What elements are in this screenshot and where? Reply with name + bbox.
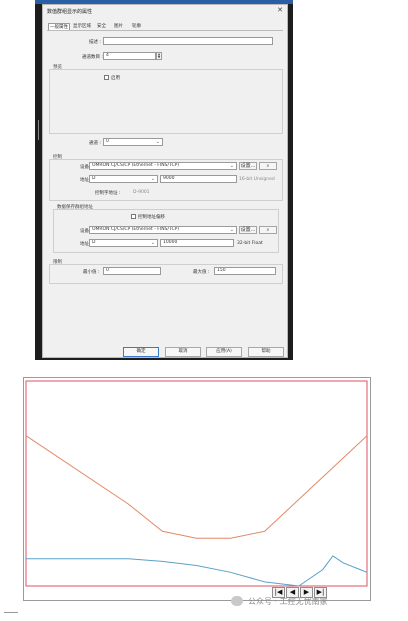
chevron-down-icon: ⌄ [229,227,234,233]
tab-picture[interactable]: 图片 [113,23,124,30]
channels-label: 通道数目 : [82,55,103,60]
chevron-down-icon: ⌄ [150,240,155,246]
channels-spinner[interactable]: ▲ ▼ [156,52,162,60]
tab-divider [47,30,283,31]
control-addr-label: 控制字地址 : [95,191,121,196]
dialog-title: 数值群组显示的属性 [47,9,93,15]
addr2-type: 32-bit Float [237,241,263,246]
use-offset-checkbox[interactable] [131,214,136,219]
device2-select-value: OMRON CJ/CS/CP (Ethernet - FINS/TCP) [92,227,180,232]
channels-input[interactable]: 4 [103,52,156,60]
min-input[interactable]: 0 [103,267,161,275]
tab-security[interactable]: 安全 [96,23,107,30]
min-label: 最小值 : [83,270,100,275]
device-select-value: OMRON CJ/CS/CP (Ethernet - FINS/TCP) [92,163,180,168]
cancel-button[interactable]: 取消 [165,347,201,357]
device-settings-button[interactable]: 设置... [239,162,257,170]
preview-group [49,69,283,134]
wechat-icon [231,596,243,606]
max-label: 最大值 : [193,270,210,275]
addr-type: 16-bit Unsigned [239,177,275,182]
chevron-down-icon: ⌄ [155,139,160,145]
device2-select[interactable]: OMRON CJ/CS/CP (Ethernet - FINS/TCP) ⌄ [89,226,237,234]
corner-mark [4,612,18,613]
tab-display-area[interactable]: 显示区域 [72,23,92,30]
channel-select[interactable]: 0 ⌄ [103,138,163,146]
max-input[interactable]: 150 [214,267,276,275]
edge-mark [38,120,39,140]
channel-select-value: 0 [106,139,109,144]
enable-checkbox[interactable] [104,75,109,80]
addr2-area-select[interactable]: D ⌄ [89,239,158,247]
properties-dialog: 数值群组显示的属性 ✕ 一般属性 显示区域 安全 图片 轮廓 描述 : 通道数目… [42,4,288,358]
tab-outline[interactable]: 轮廓 [131,23,142,30]
device-select[interactable]: OMRON CJ/CS/CP (Ethernet - FINS/TCP) ⌄ [89,162,237,170]
chevron-down-icon: ⌄ [150,176,155,182]
desc-label: 描述 : [89,40,101,45]
addr-area-select[interactable]: D ⌄ [89,175,158,183]
addr-input[interactable]: 9000 [160,175,237,183]
apply-button[interactable]: 应用(A) [206,347,242,357]
chart-series-group [25,435,368,587]
chevron-down-icon: ⌄ [229,163,234,169]
channel-label: 通道 : [89,141,101,146]
help-button[interactable]: 帮助 [248,347,284,357]
use-offset-label: 控制地址偏移 [138,215,165,220]
close-icon[interactable]: ✕ [277,7,283,14]
device-browse-button[interactable]: ⌕ [259,162,277,170]
addr-area-value: D [92,176,96,181]
ok-button[interactable]: 确定 [123,347,159,357]
addr2-input[interactable]: 10000 [160,239,234,247]
device2-browse-button[interactable]: ⌕ [259,226,277,234]
addr2-area-value: D [92,240,96,245]
watermark: 公众号 · 工控无忧南家 [248,597,328,606]
trend-chart [25,380,368,587]
enable-label: 启用 [111,76,120,81]
device2-settings-button[interactable]: 设置... [239,226,257,234]
control-addr-value: D-9001 [133,190,150,195]
series-line-2 [26,555,368,587]
desc-input[interactable] [103,37,273,45]
series-line-1 [25,435,368,539]
